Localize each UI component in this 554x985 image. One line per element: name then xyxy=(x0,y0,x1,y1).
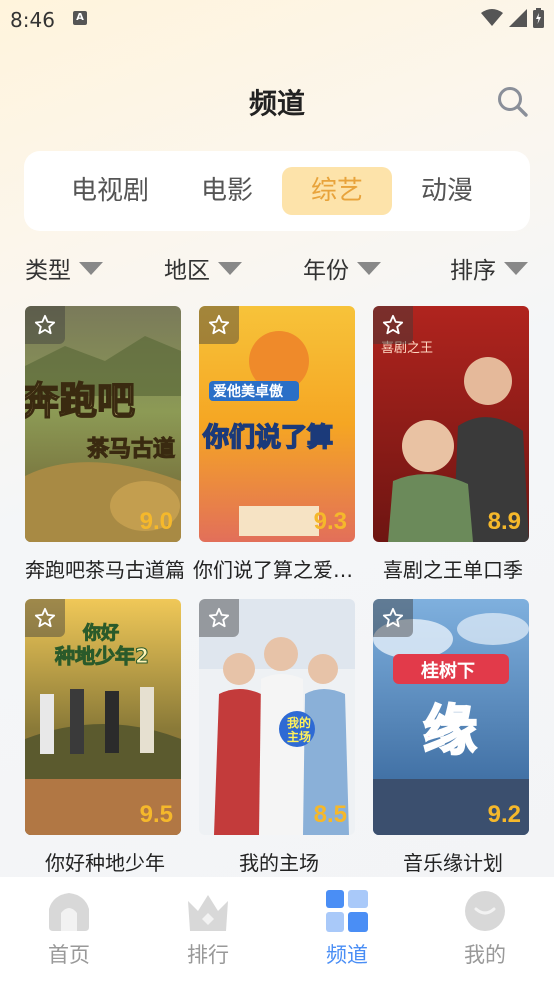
category-tabs: 电视剧 电影 综艺 动漫 xyxy=(24,151,530,231)
filter-year[interactable]: 年份 xyxy=(303,250,381,286)
show-rating: 8.5 xyxy=(313,801,347,828)
show-poster[interactable]: 你好 种地少年2 9.5 xyxy=(25,599,181,835)
poster-subtitle-text: 主场 xyxy=(287,729,311,744)
poster-subtitle-text: 种地少年2 xyxy=(54,644,149,668)
filter-sort[interactable]: 排序 xyxy=(450,250,528,286)
show-title[interactable]: 喜剧之王单口季 xyxy=(367,554,539,583)
nav-profile[interactable]: 我的 xyxy=(435,889,535,969)
grid-icon xyxy=(326,890,368,932)
search-button[interactable] xyxy=(496,85,530,119)
battery-icon xyxy=(533,8,544,28)
profile-icon xyxy=(465,891,505,931)
favorite-button[interactable] xyxy=(25,599,65,637)
star-outline-icon xyxy=(208,607,230,628)
wifi-icon xyxy=(481,9,503,26)
star-outline-icon xyxy=(382,607,404,628)
tab-movies[interactable]: 电影 xyxy=(189,167,265,215)
status-bar: 8:46 A xyxy=(0,0,554,38)
show-poster[interactable]: 桂树下 缘 9.2 xyxy=(373,599,529,835)
filter-year-label: 年份 xyxy=(303,258,349,284)
search-icon xyxy=(498,87,528,117)
show-poster[interactable]: 我的 主场 8.5 xyxy=(199,599,355,835)
dropdown-triangle-icon xyxy=(357,261,381,275)
nav-home[interactable]: 首页 xyxy=(19,889,119,969)
nav-ranking[interactable]: 排行 xyxy=(158,889,258,969)
favorite-button[interactable] xyxy=(25,306,65,344)
nav-channels[interactable]: 频道 xyxy=(297,889,397,969)
poster-title-text: 桂树下 xyxy=(420,660,475,682)
cell-signal-icon xyxy=(509,9,527,27)
poster-title-text: 我的 xyxy=(287,715,311,730)
show-poster[interactable]: 爱他美卓傲 你们说了算 9.3 xyxy=(199,306,355,542)
tab-anime[interactable]: 动漫 xyxy=(409,167,485,215)
dropdown-triangle-icon xyxy=(218,261,242,275)
poster-title-text: 爱他美卓傲 xyxy=(213,383,284,400)
page-title: 频道 xyxy=(248,87,305,120)
show-title[interactable]: 音乐缘计划 xyxy=(367,847,539,876)
filter-type-label: 类型 xyxy=(25,258,71,284)
filter-bar: 类型 地区 年份 排序 xyxy=(0,250,554,286)
show-rating: 9.3 xyxy=(313,508,347,535)
favorite-button[interactable] xyxy=(373,306,413,344)
bottom-nav: 首页 排行 频道 我的 xyxy=(0,877,554,985)
show-rating: 9.0 xyxy=(139,508,173,535)
tab-variety[interactable]: 综艺 xyxy=(282,167,392,215)
home-icon xyxy=(49,893,89,931)
star-outline-icon xyxy=(34,314,56,335)
star-outline-icon xyxy=(34,607,56,628)
favorite-button[interactable] xyxy=(199,306,239,344)
crown-icon xyxy=(188,895,228,931)
show-title[interactable]: 奔跑吧茶马古道篇 xyxy=(19,554,191,583)
nav-home-label: 首页 xyxy=(48,943,90,967)
favorite-button[interactable] xyxy=(373,599,413,637)
show-poster[interactable]: 奔跑吧 茶马古道 9.0 xyxy=(25,306,181,542)
poster-subtitle-text: 茶马古道 xyxy=(87,436,175,462)
show-title[interactable]: 你们说了算之爱他美卓傲 xyxy=(193,554,365,583)
nav-profile-label: 我的 xyxy=(464,943,506,967)
poster-subtitle-text: 缘 xyxy=(423,699,477,762)
show-poster[interactable]: 喜剧之王 8.9 xyxy=(373,306,529,542)
filter-sort-label: 排序 xyxy=(450,258,496,284)
nav-ranking-label: 排行 xyxy=(187,943,229,967)
poster-title-text: 你好 xyxy=(82,622,119,644)
tab-tv-series[interactable]: 电视剧 xyxy=(60,167,160,215)
star-outline-icon xyxy=(382,314,404,335)
show-rating: 9.2 xyxy=(487,801,521,828)
status-icons xyxy=(481,8,544,28)
filter-region-label: 地区 xyxy=(164,258,210,284)
show-rating: 8.9 xyxy=(487,508,521,535)
nav-channels-label: 频道 xyxy=(326,943,368,967)
poster-subtitle-text: 你们说了算 xyxy=(202,422,333,453)
star-outline-icon xyxy=(208,314,230,335)
dropdown-triangle-icon xyxy=(79,261,103,275)
filter-type[interactable]: 类型 xyxy=(25,250,103,286)
show-title[interactable]: 我的主场 xyxy=(193,847,365,876)
show-rating: 9.5 xyxy=(139,801,173,828)
filter-region[interactable]: 地区 xyxy=(164,250,242,286)
dropdown-triangle-icon xyxy=(504,261,528,275)
notification-a-icon: A xyxy=(73,11,87,25)
favorite-button[interactable] xyxy=(199,599,239,637)
status-time: 8:46 xyxy=(10,8,55,32)
show-title[interactable]: 你好种地少年 xyxy=(19,847,191,876)
poster-title-text: 奔跑吧 xyxy=(25,379,135,423)
